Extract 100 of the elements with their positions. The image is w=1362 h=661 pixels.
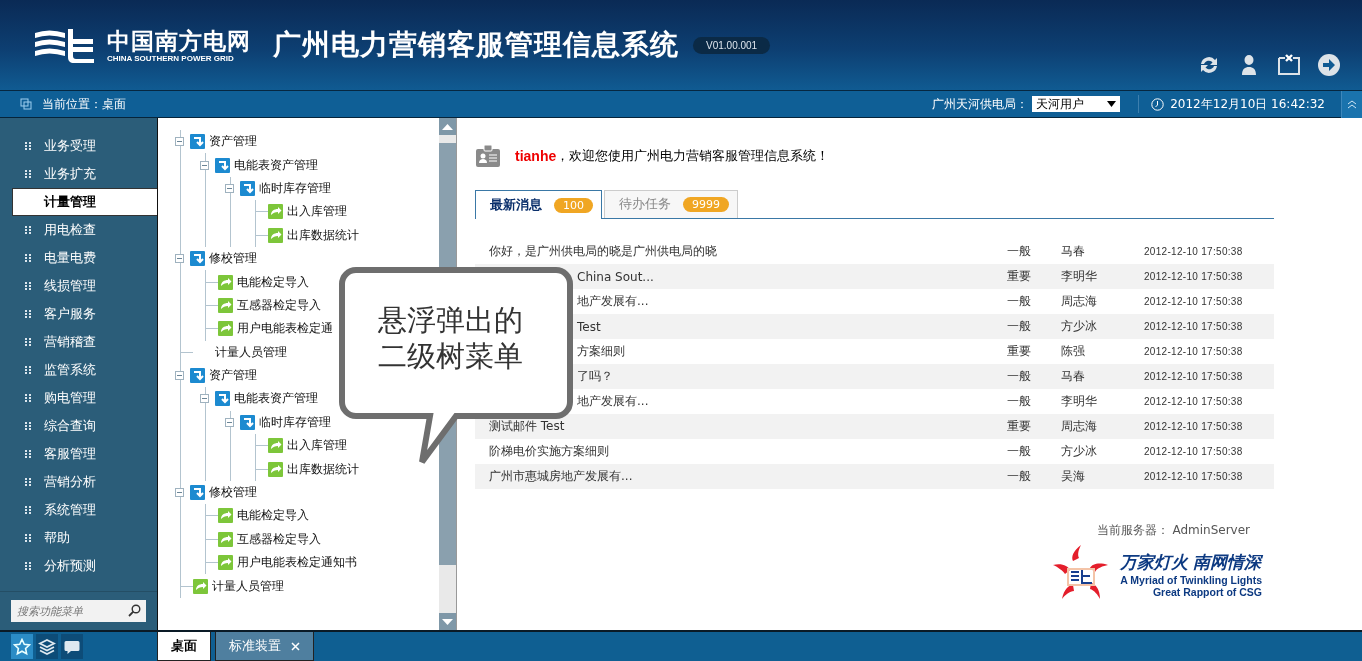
message-tab[interactable]: 最新消息 100 (475, 190, 602, 219)
tree-item[interactable]: 用户电能表检定通 (237, 320, 333, 338)
collapse-toggle[interactable] (175, 254, 184, 264)
sidebar-item[interactable]: 综合查询 (0, 412, 157, 440)
tree-item[interactable]: 资产管理 (209, 367, 257, 385)
message-sender: 马春 (1061, 368, 1086, 385)
message-title[interactable]: Test (577, 319, 601, 334)
sidebar-item[interactable]: 营销稽查 (0, 328, 157, 356)
search-icon[interactable] (128, 604, 141, 617)
collapse-toggle[interactable] (225, 417, 234, 427)
sidebar-item[interactable]: 业务扩充 (0, 160, 157, 188)
grid-logo-icon (35, 27, 97, 63)
grip-dots-icon (25, 450, 31, 458)
search-field[interactable]: 搜索功能菜单 (11, 600, 146, 622)
tree-item[interactable]: 出入库管理 (287, 437, 347, 455)
tree-item[interactable]: 出库数据统计 (287, 226, 359, 244)
callout-text: 悬浮弹出的 (378, 302, 523, 338)
app-title: 广州电力营销客服管理信息系统 (273, 27, 679, 63)
tree-item[interactable]: 计量人员管理 (212, 577, 284, 595)
welcome-text: ，欢迎您使用广州电力营销客服管理信息系统！ (556, 147, 830, 165)
username: tianhe (515, 148, 557, 164)
message-time: 2012-12-10 17:50:38 (1144, 296, 1244, 307)
bureau-label: 广州天河供电局： (932, 95, 1029, 113)
sidebar-item[interactable]: 监管系统 (0, 356, 157, 384)
scroll-up-button[interactable] (439, 118, 456, 135)
sidebar-item[interactable]: 业务受理 (0, 132, 157, 160)
layers-icon (38, 637, 56, 656)
bureau-dropdown[interactable]: 天河用户 (1032, 96, 1121, 112)
sidebar-item[interactable]: 营销分析 (0, 468, 157, 496)
message-title[interactable]: 你好，是广州供电局的晓是广州供电局的晓 (489, 243, 717, 260)
sidebar-item[interactable]: 帮助 (0, 524, 157, 552)
sidebar-item[interactable]: 计量管理 (12, 188, 157, 216)
collapse-button[interactable] (1341, 90, 1362, 118)
layers-button[interactable] (36, 634, 58, 659)
message-title[interactable]: 方案细则 (577, 343, 625, 360)
page-tab[interactable]: 标准装置 (215, 632, 314, 661)
tree-item[interactable]: 计量人员管理 (215, 343, 287, 361)
brand-name: 中国南方电网 (107, 27, 251, 54)
sidebar-item[interactable]: 用电检查 (0, 216, 157, 244)
id-card-icon (475, 144, 501, 168)
tree-item[interactable]: 电能表资产管理 (234, 390, 318, 408)
grip-dots-icon (25, 282, 31, 290)
callout-text: 二级树菜单 (378, 338, 523, 374)
message-sender: 马春 (1061, 243, 1086, 260)
message-title[interactable]: 地产发展有... (577, 393, 649, 410)
star-icon (13, 637, 31, 656)
collapse-toggle[interactable] (175, 137, 184, 147)
star-button[interactable] (11, 634, 33, 659)
sidebar-item[interactable]: 系统管理 (0, 496, 157, 524)
sidebar-item[interactable]: 购电管理 (0, 384, 157, 412)
message-level: 重要 (1007, 418, 1032, 435)
tree-item[interactable]: 互感器检定导入 (237, 296, 321, 314)
grip-dots-icon (25, 170, 31, 178)
message-sender: 周志海 (1061, 418, 1098, 435)
folder-arrow-icon (215, 391, 230, 407)
grip-dots-icon (25, 506, 31, 514)
message-sender: 周志海 (1061, 293, 1098, 310)
collapse-toggle[interactable] (175, 371, 184, 381)
tree-item[interactable]: 资产管理 (209, 133, 257, 151)
message-title[interactable]: 测试邮件 Test (489, 418, 565, 435)
sidebar-item[interactable]: 电量电费 (0, 244, 157, 272)
message-sender: 李明华 (1061, 268, 1098, 285)
message-title[interactable]: 广州市惠城房地产发展有... (489, 468, 633, 485)
message-title[interactable]: 了吗？ (577, 368, 613, 385)
sidebar-item[interactable]: 分析预测 (0, 552, 157, 580)
close-icon[interactable] (291, 641, 300, 651)
message-title[interactable]: 阶梯电价实施方案细则 (489, 443, 609, 460)
double-chevron-icon (1347, 99, 1357, 109)
message-sender: 方少冰 (1061, 443, 1098, 460)
sidebar-item[interactable]: 客服管理 (0, 440, 157, 468)
close-window-icon[interactable] (1276, 52, 1302, 78)
message-level: 一般 (1007, 468, 1032, 485)
tree-item[interactable]: 临时库存管理 (259, 413, 331, 431)
sidebar-item[interactable]: 线损管理 (0, 272, 157, 300)
tree-item[interactable]: 用户电能表检定通知书 (237, 554, 357, 572)
sidebar-item[interactable]: 客户服务 (0, 300, 157, 328)
count-badge: 9999 (683, 197, 729, 212)
tree-item[interactable]: 出入库管理 (287, 203, 347, 221)
tree-item[interactable]: 互感器检定导入 (237, 530, 321, 548)
tree-item[interactable]: 修校管理 (209, 484, 257, 502)
page-tab[interactable]: 桌面 (157, 632, 211, 661)
slogan-line: Great Rapport of CSG (1152, 585, 1262, 598)
message-time: 2012-12-10 17:50:38 (1144, 471, 1244, 482)
tree-item[interactable]: 临时库存管理 (259, 179, 331, 197)
scroll-down-button[interactable] (439, 613, 456, 630)
tree-item[interactable]: 出库数据统计 (287, 460, 359, 478)
message-title[interactable]: 地产发展有... (577, 293, 649, 310)
message-title[interactable]: China Sout... (577, 269, 654, 284)
tree-item[interactable]: 电能检定导入 (237, 273, 309, 291)
collapse-toggle[interactable] (200, 394, 209, 404)
tree-item[interactable]: 修校管理 (209, 250, 257, 268)
collapse-toggle[interactable] (200, 160, 209, 170)
message-level: 一般 (1007, 393, 1032, 410)
collapse-toggle[interactable] (225, 183, 234, 193)
collapse-toggle[interactable] (175, 488, 184, 498)
tree-item[interactable]: 电能表资产管理 (234, 156, 318, 174)
message-time: 2012-12-10 17:50:38 (1144, 371, 1244, 382)
chat-button[interactable] (61, 634, 83, 659)
count-badge: 100 (554, 197, 593, 213)
tree-item[interactable]: 电能检定导入 (237, 507, 309, 525)
